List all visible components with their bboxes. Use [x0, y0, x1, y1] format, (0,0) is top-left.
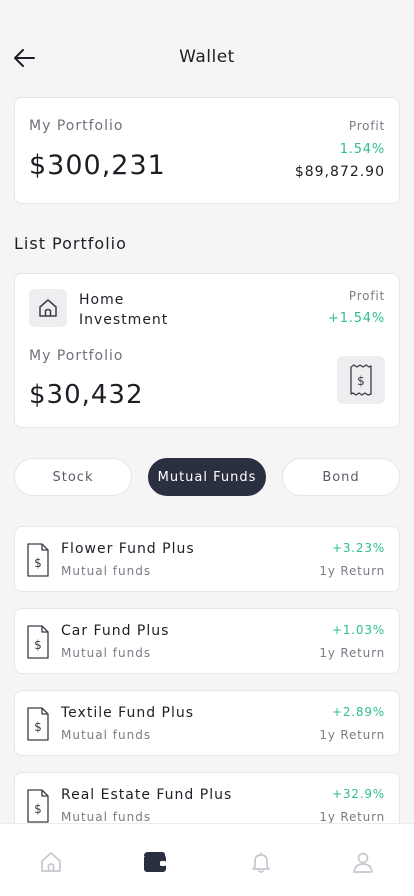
- home-icon: [41, 852, 61, 872]
- profit-percent: 1.54%: [339, 142, 385, 157]
- fund-return: +3.23%: [332, 541, 385, 555]
- investment-card[interactable]: Home Investment Profit +1.54% My Portfol…: [14, 273, 400, 428]
- tab-mutual-funds[interactable]: Mutual Funds: [148, 458, 266, 496]
- dollar-document-icon: $: [27, 707, 49, 741]
- tab-label: Mutual Funds: [157, 469, 257, 485]
- fund-return: +32.9%: [332, 787, 385, 801]
- fund-item-textile[interactable]: $ Textile Fund Plus Mutual funds +2.89% …: [14, 690, 400, 756]
- profit-value: $89,872.90: [294, 164, 385, 180]
- fund-name: Real Estate Fund Plus: [61, 787, 233, 803]
- fund-type: Mutual funds: [61, 646, 152, 660]
- dollar-document-icon: $: [350, 364, 372, 396]
- portfolio-amount: $300,231: [29, 150, 166, 181]
- dollar-document-icon: $: [27, 543, 49, 577]
- fund-item-flower[interactable]: $ Flower Fund Plus Mutual funds +3.23% 1…: [14, 526, 400, 592]
- list-portfolio-heading: List Portfolio: [14, 234, 127, 253]
- wallet-screen: Wallet My Portfolio $300,231 Profit 1.54…: [0, 0, 414, 896]
- home-icon: [39, 299, 57, 317]
- fund-type: Mutual funds: [61, 810, 152, 824]
- tab-label: Stock: [52, 469, 94, 485]
- fund-return-period: 1y Return: [319, 728, 385, 742]
- tab-stock[interactable]: Stock: [14, 458, 132, 496]
- fund-name: Textile Fund Plus: [61, 705, 195, 721]
- bell-icon: [252, 852, 270, 873]
- svg-text:$: $: [357, 374, 365, 388]
- nav-notifications[interactable]: [247, 848, 275, 876]
- fund-name: Car Fund Plus: [61, 623, 170, 639]
- nav-wallet[interactable]: [141, 848, 169, 876]
- bottom-nav-bar: [0, 823, 414, 896]
- portfolio-label: My Portfolio: [29, 118, 124, 134]
- svg-text:$: $: [34, 720, 42, 734]
- svg-text:$: $: [34, 638, 42, 652]
- nav-home[interactable]: [37, 848, 65, 876]
- investment-profit-percent: +1.54%: [328, 311, 385, 326]
- svg-text:$: $: [34, 556, 42, 570]
- nav-profile[interactable]: [349, 848, 377, 876]
- fund-return-period: 1y Return: [319, 564, 385, 578]
- investment-profit-label: Profit: [348, 289, 385, 303]
- dollar-document-icon: $: [27, 789, 49, 823]
- user-icon: [353, 852, 373, 873]
- page-title: Wallet: [179, 47, 235, 67]
- investment-icon-box: [29, 289, 67, 327]
- fund-name: Flower Fund Plus: [61, 541, 195, 557]
- investment-name: Home Investment: [79, 292, 169, 328]
- fund-return-period: 1y Return: [319, 646, 385, 660]
- fund-type: Mutual funds: [61, 728, 152, 742]
- investment-amount: $30,432: [29, 380, 144, 410]
- tab-bond[interactable]: Bond: [282, 458, 400, 496]
- profit-label: Profit: [348, 119, 385, 133]
- fund-return-period: 1y Return: [319, 810, 385, 824]
- investment-portfolio-label: My Portfolio: [29, 348, 124, 364]
- svg-text:$: $: [34, 802, 42, 816]
- wallet-icon: [144, 852, 166, 872]
- fund-return: +2.89%: [332, 705, 385, 719]
- fund-return: +1.03%: [332, 623, 385, 637]
- fund-type: Mutual funds: [61, 564, 152, 578]
- tab-label: Bond: [322, 469, 360, 485]
- dollar-document-icon: $: [27, 625, 49, 659]
- investment-document-button[interactable]: $: [337, 356, 385, 404]
- portfolio-summary-card: My Portfolio $300,231 Profit 1.54% $89,8…: [14, 97, 400, 204]
- category-tabs: Stock Mutual Funds Bond: [14, 458, 400, 496]
- fund-item-car[interactable]: $ Car Fund Plus Mutual funds +1.03% 1y R…: [14, 608, 400, 674]
